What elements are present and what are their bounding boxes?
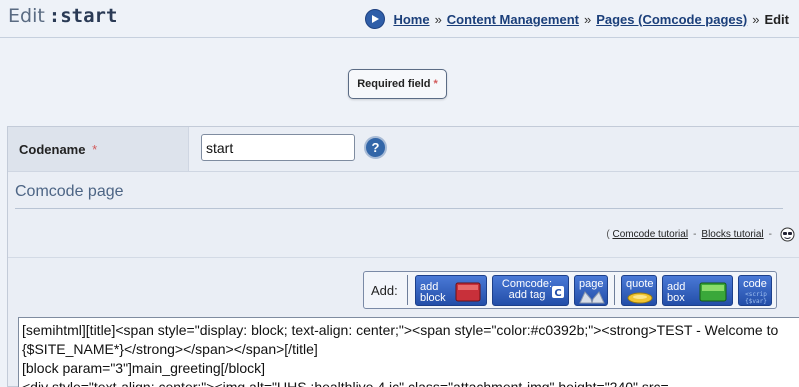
play-arrow-icon[interactable] <box>365 9 386 29</box>
section-title: Comcode page <box>15 183 124 200</box>
breadcrumb-pages-link[interactable]: Pages (Comcode pages) <box>596 12 747 27</box>
blocks-tutorial-link[interactable]: Blocks tutorial <box>701 229 763 240</box>
code-icon: <scrip{$var} <box>745 291 767 304</box>
comcode-page-section-header: Comcode page <box>15 181 783 209</box>
tutorial-links: ( Comcode tutorial - Blocks tutorial - <box>606 227 795 242</box>
help-icon[interactable]: ? <box>364 136 387 159</box>
toolbar-add-label: Add: <box>371 283 398 298</box>
comcode-tutorial-link[interactable]: Comcode tutorial <box>612 229 688 240</box>
svg-text:{$var}: {$var} <box>745 298 767 304</box>
box-icon <box>699 282 727 302</box>
quote-icon <box>627 292 653 304</box>
codename-row: Codename * ? <box>8 127 799 172</box>
page-title-codename: :start <box>48 5 118 27</box>
breadcrumb: Home » Content Management » Pages (Comco… <box>365 9 789 29</box>
title-bar: Edit:start Home » Content Management » P… <box>0 0 799 38</box>
tutorial-dash: - <box>693 229 697 240</box>
tutorial-dash-end: - <box>768 229 772 240</box>
breadcrumb-current: Edit <box>764 11 789 27</box>
breadcrumb-separator: » <box>752 11 760 27</box>
page-button[interactable]: page <box>574 275 608 306</box>
page-icon <box>579 291 605 304</box>
page-title-prefix: Edit <box>8 5 45 27</box>
comcode-add-tag-button[interactable]: Comcode: add tag C <box>492 275 569 306</box>
codename-label: Codename * <box>19 142 98 157</box>
breadcrumb-separator: » <box>434 11 442 27</box>
breadcrumb-content-management-link[interactable]: Content Management <box>447 12 579 27</box>
required-field-label: Required field <box>357 78 431 90</box>
emoticon-icon[interactable] <box>780 227 795 242</box>
codename-label-cell: Codename * <box>8 127 189 171</box>
comcode-toolbar: Add: add block Comcode: add tag C page q… <box>363 271 777 309</box>
page-title: Edit:start <box>8 5 117 27</box>
toolbar-separator <box>614 275 615 305</box>
quote-button[interactable]: quote <box>621 275 657 306</box>
codename-input[interactable] <box>201 134 355 161</box>
required-star: * <box>433 78 438 90</box>
svg-text:<scrip: <scrip <box>745 291 767 298</box>
breadcrumb-home-link[interactable]: Home <box>393 12 429 27</box>
tutorial-paren-open: ( <box>606 229 610 240</box>
divider <box>8 257 799 258</box>
add-block-button[interactable]: add block <box>415 275 487 306</box>
required-star: * <box>92 142 98 157</box>
toolbar-separator <box>407 275 408 305</box>
comcode-editor-textarea[interactable]: [semihtml][title]<span style="display: b… <box>18 317 799 387</box>
code-button[interactable]: code <scrip {$var} <box>738 275 772 306</box>
add-box-button[interactable]: add box <box>662 275 733 306</box>
breadcrumb-separator: » <box>583 11 592 27</box>
edit-form: Codename * ? Comcode page ( Comcode tuto… <box>7 126 799 387</box>
block-icon <box>455 282 481 302</box>
required-field-notice: Required field * <box>348 69 447 99</box>
